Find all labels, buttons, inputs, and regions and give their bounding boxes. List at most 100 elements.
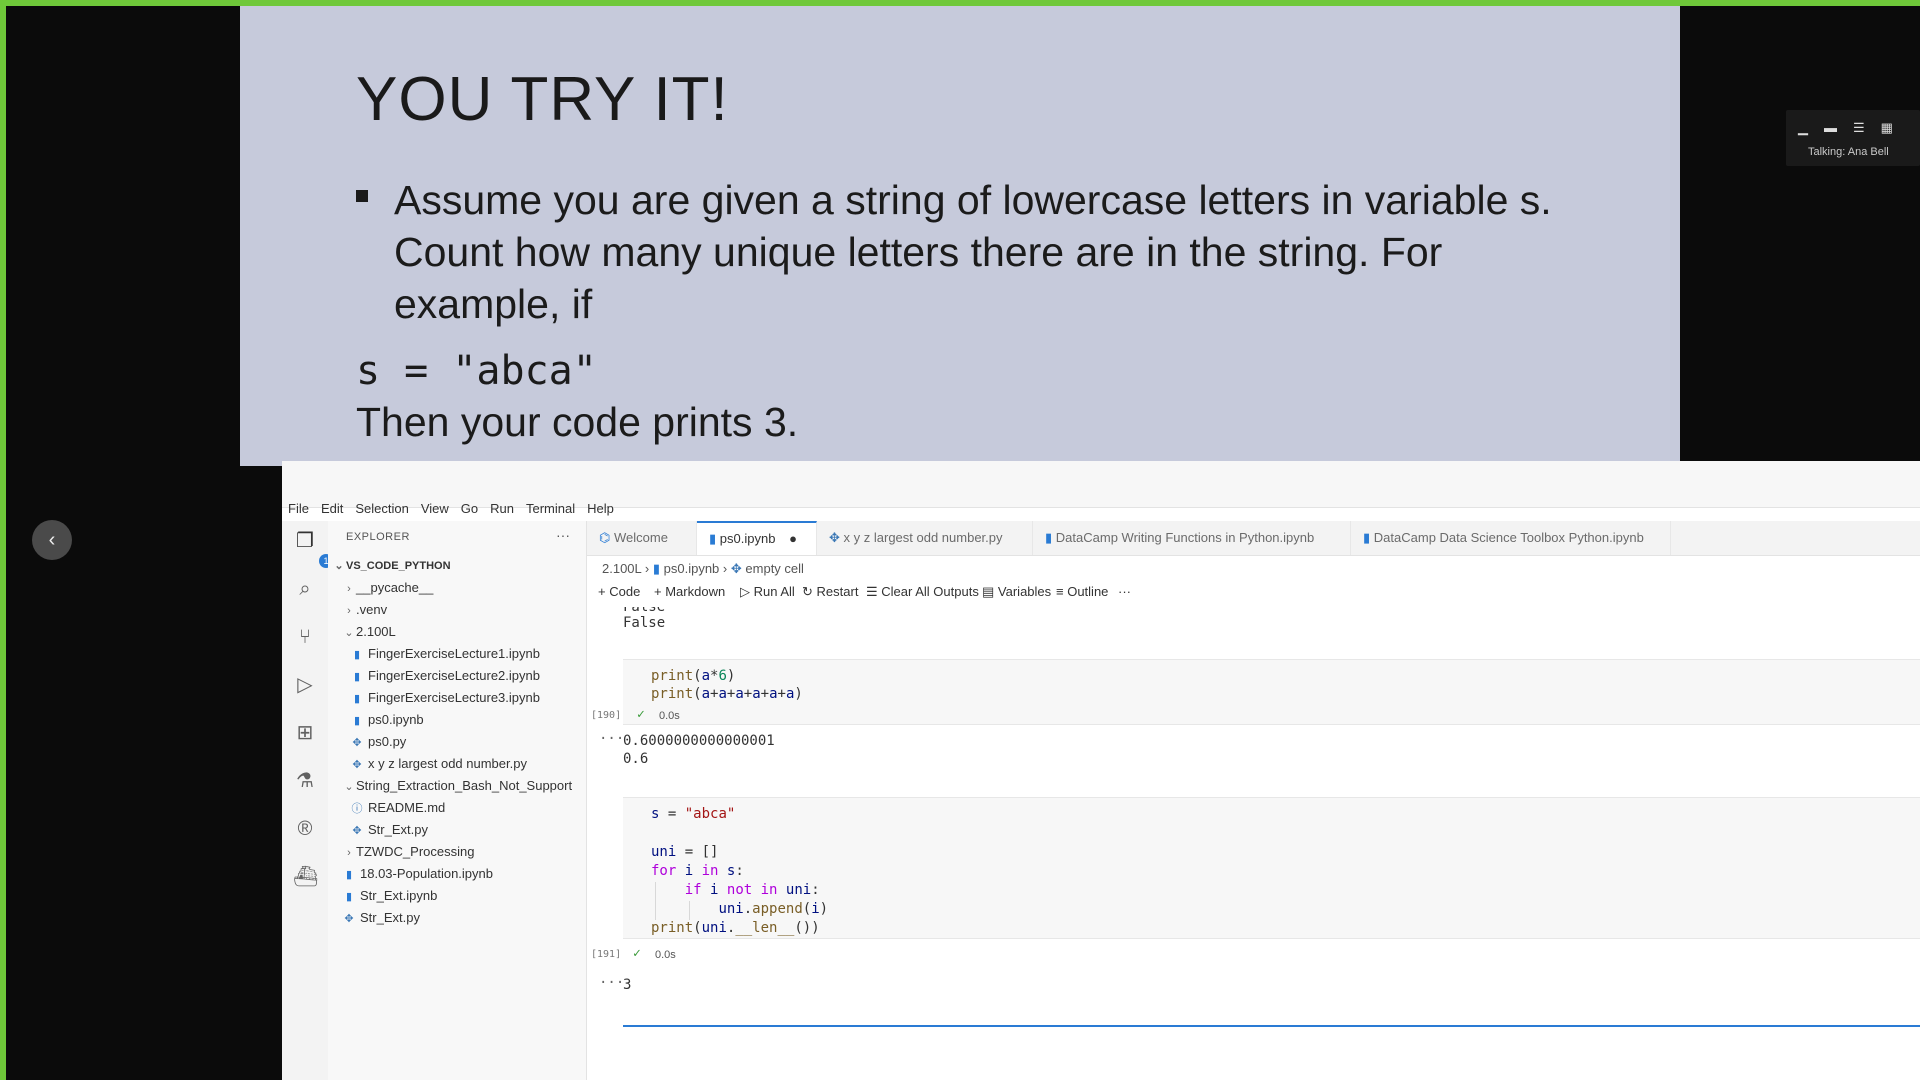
folder-item[interactable]: › __pycache__	[328, 577, 586, 599]
menu-help[interactable]: Help	[587, 501, 614, 516]
execution-count: [190]	[591, 710, 622, 721]
folder-item[interactable]: ⌄ 2.100L	[328, 621, 586, 643]
unsaved-dot-icon[interactable]: ●	[789, 531, 797, 546]
tree-item-label: ps0.ipynb	[368, 712, 424, 727]
testing-flask-icon[interactable]: ⚗	[293, 769, 317, 793]
explorer-icon[interactable]: ❐ 1	[293, 529, 333, 568]
file-item[interactable]: ▮ FingerExerciseLecture3.ipynb	[328, 687, 586, 709]
code-line[interactable]: for i in s:	[651, 863, 744, 879]
tree-item-label: x y z largest odd number.py	[368, 756, 527, 771]
menu-terminal[interactable]: Terminal	[526, 501, 575, 516]
plus-icon: +	[598, 584, 606, 599]
file-item[interactable]: ✥ Str_Ext.py	[328, 819, 586, 841]
file-item[interactable]: ⓘ README.md	[328, 797, 586, 819]
file-item[interactable]: ✥ Str_Ext.py	[328, 907, 586, 929]
run-debug-icon[interactable]: ▷	[293, 673, 317, 697]
tab-xyz-largest-odd[interactable]: ✥ x y z largest odd number.py	[817, 521, 1033, 555]
chevron-right-icon: ›	[347, 605, 351, 617]
notebook-icon: ▮	[353, 649, 361, 661]
menu-file[interactable]: File	[288, 501, 309, 516]
file-item[interactable]: ✥ x y z largest odd number.py	[328, 753, 586, 775]
tab-welcome[interactable]: ⌬ Welcome	[587, 521, 697, 555]
extensions-icon[interactable]: ⊞	[293, 721, 317, 745]
outline-label: Outline	[1067, 584, 1109, 599]
run-all-button[interactable]: ▷ Run All	[740, 584, 795, 600]
lecture-slide: YOU TRY IT! Assume you are given a strin…	[240, 6, 1680, 466]
success-check-icon: ✓	[637, 707, 645, 722]
python-file-icon: ✥	[352, 759, 362, 771]
tree-item-label: TZWDC_Processing	[356, 844, 475, 859]
code-line[interactable]: uni.append(i)	[651, 901, 828, 917]
python-cell-icon: ✥	[730, 561, 742, 576]
tree-item-label: ps0.py	[368, 734, 407, 749]
chevron-right-icon: ›	[347, 583, 351, 595]
tab-datacamp-toolbox[interactable]: ▮ DataCamp Data Science Toolbox Python.i…	[1351, 521, 1671, 555]
tree-item-label: .venv	[356, 602, 388, 617]
code-cell[interactable]: print(a*6) print(a+a+a+a+a+a) [190] ✓ 0.…	[591, 659, 1920, 725]
execution-duration: 0.0s	[655, 949, 676, 961]
breadcrumb-folder[interactable]: 2.100L	[602, 561, 641, 576]
code-line[interactable]: if i not in uni:	[651, 882, 820, 898]
run-all-icon: ▷	[740, 584, 750, 599]
output-more-icon[interactable]: ···	[599, 731, 624, 747]
folder-item[interactable]: ⌄ String_Extraction_Bash_Not_Support	[328, 775, 586, 797]
clear-outputs-button[interactable]: ☰ Clear All Outputs	[866, 584, 979, 600]
output-line: 0.6	[623, 751, 649, 767]
chevron-down-icon: ⌄	[344, 781, 354, 793]
empty-code-cell[interactable]	[623, 1025, 1920, 1080]
breadcrumb-file[interactable]: ps0.ipynb	[664, 561, 720, 576]
indent-guide	[655, 882, 656, 920]
back-arrow-button[interactable]: ‹	[32, 520, 72, 560]
menu-run[interactable]: Run	[490, 501, 514, 516]
file-item[interactable]: ▮ FingerExerciseLecture2.ipynb	[328, 665, 586, 687]
folder-item[interactable]: › .venv	[328, 599, 586, 621]
outline-button[interactable]: ≡ Outline	[1056, 584, 1108, 599]
info-icon: ⓘ	[351, 803, 363, 815]
bullet-square-icon	[356, 190, 368, 202]
explorer-more-button[interactable]: ···	[556, 527, 570, 543]
menu-edit[interactable]: Edit	[321, 501, 343, 516]
menu-go[interactable]: Go	[461, 501, 478, 516]
variables-button[interactable]: ▤ Variables	[982, 584, 1051, 600]
tree-item-label: 2.100L	[356, 624, 396, 639]
toolbar-more-button[interactable]: ···	[1118, 584, 1131, 599]
output-more-icon[interactable]: ···	[599, 975, 624, 991]
tab-datacamp-writing-functions[interactable]: ▮ DataCamp Writing Functions in Python.i…	[1033, 521, 1351, 555]
menu-selection[interactable]: Selection	[355, 501, 408, 516]
file-item[interactable]: ▮ ps0.ipynb	[328, 709, 586, 731]
menu-view[interactable]: View	[421, 501, 449, 516]
code-cell[interactable]: s = "abca" uni = [] for i in s: if i not…	[623, 797, 1920, 939]
file-item[interactable]: ▮ 18.03-Population.ipynb	[328, 863, 586, 885]
code-line[interactable]: print(a*6)	[651, 668, 735, 684]
code-line[interactable]: print(a+a+a+a+a+a)	[651, 686, 803, 702]
slide-title: YOU TRY IT!	[356, 65, 729, 134]
tree-item-label: Str_Ext.ipynb	[360, 888, 438, 903]
add-code-cell-button[interactable]: + Code	[598, 584, 640, 599]
clear-outputs-label: Clear All Outputs	[881, 584, 979, 599]
code-line[interactable]: uni = []	[651, 844, 718, 860]
breadcrumb-cell[interactable]: empty cell	[745, 561, 804, 576]
file-item[interactable]: ✥ ps0.py	[328, 731, 586, 753]
r-language-icon[interactable]: ®	[293, 817, 317, 841]
grid-view-icon[interactable]: ▦	[1881, 120, 1893, 136]
folder-item[interactable]: › TZWDC_Processing	[328, 841, 586, 863]
minimize-icon[interactable]: ▁	[1798, 120, 1808, 136]
tree-item-label: Str_Ext.py	[360, 910, 420, 925]
code-line[interactable]: s = "abca"	[651, 806, 735, 822]
tree-item-label: Str_Ext.py	[368, 822, 428, 837]
code-line[interactable]: print(uni.__len__())	[651, 920, 820, 936]
workspace-root[interactable]: ⌄ VS_CODE_PYTHON	[328, 555, 586, 577]
file-item[interactable]: ▮ FingerExerciseLecture1.ipynb	[328, 643, 586, 665]
notebook-icon: ▮	[652, 561, 661, 576]
search-icon[interactable]: ⌕	[293, 577, 317, 601]
tab-ps0-ipynb[interactable]: ▮ ps0.ipynb ●	[697, 521, 817, 555]
chevron-down-icon: ⌄	[334, 560, 344, 572]
add-markdown-cell-button[interactable]: + Markdown	[654, 584, 725, 599]
source-control-icon[interactable]: ⑂	[293, 625, 317, 649]
file-tree: ⌄ VS_CODE_PYTHON › __pycache__ › .venv ⌄ 2.100…	[328, 555, 586, 929]
file-item[interactable]: ▮ Str_Ext.ipynb	[328, 885, 586, 907]
speaker-view-icon[interactable]: ☰	[1853, 120, 1865, 136]
restart-button[interactable]: ↻ Restart	[802, 584, 858, 600]
strip-view-icon[interactable]: ▬	[1824, 120, 1837, 136]
docker-icon[interactable]: ⛴	[293, 865, 318, 889]
